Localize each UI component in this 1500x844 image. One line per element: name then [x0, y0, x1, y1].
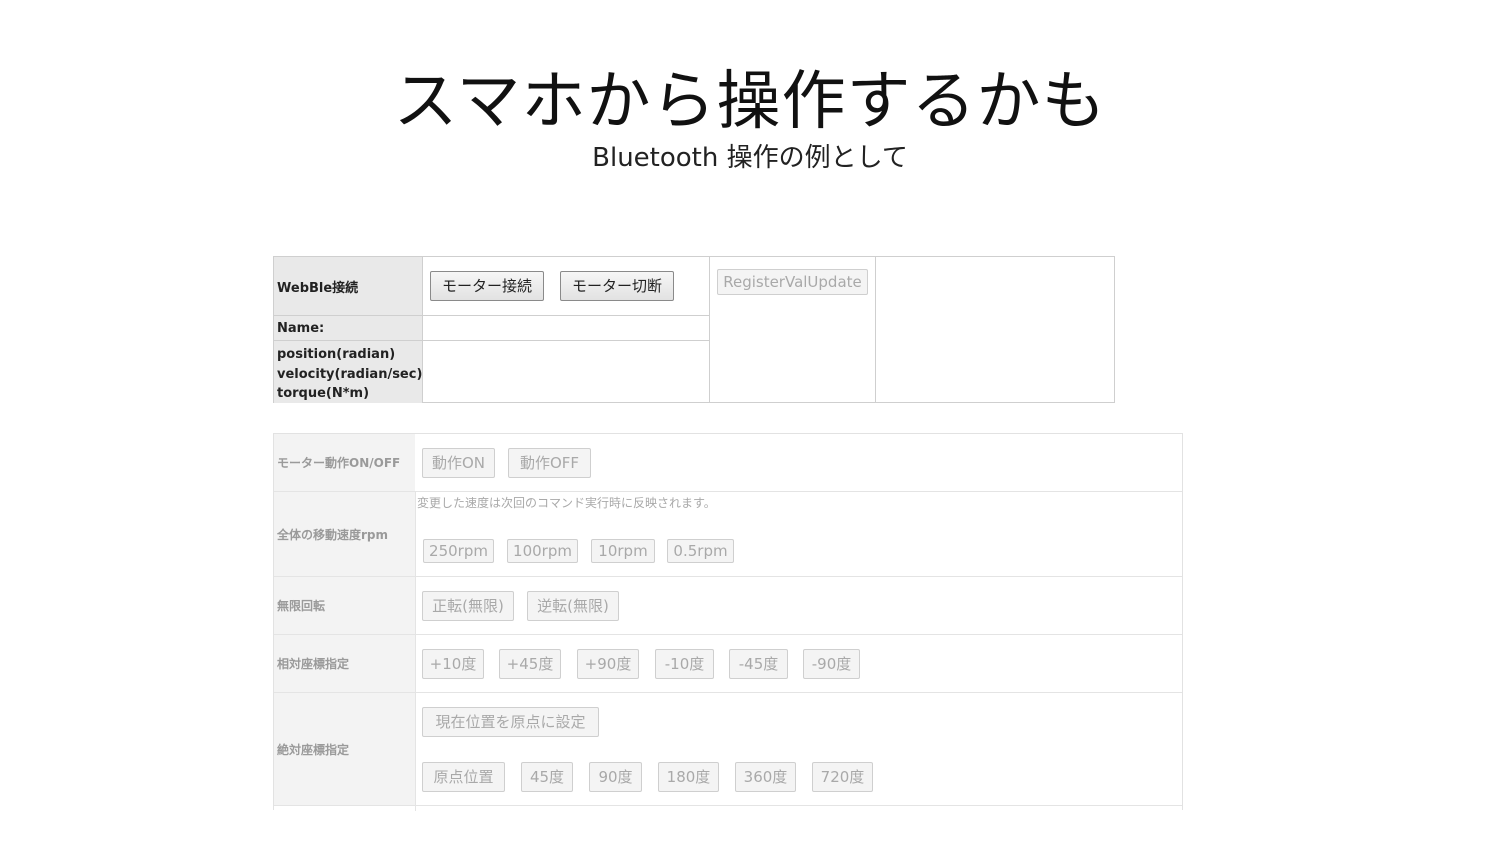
- infinite-rotation-label-text: 無限回転: [277, 599, 326, 613]
- forward-infinite-button[interactable]: 正転(無限): [422, 591, 514, 621]
- slide-title: スマホから操作するかも: [393, 65, 1107, 139]
- speed-label: 全体の移動速度rpm: [274, 492, 415, 576]
- control-panel: モーター動作ON/OFF 動作ON 動作OFF 全体の移動速度rpm 変更した速…: [273, 433, 1183, 811]
- speed-250rpm-button[interactable]: 250rpm: [423, 539, 494, 563]
- relative-minus10-button[interactable]: -10度: [655, 649, 714, 679]
- motor-disconnect-button[interactable]: モーター切断: [560, 271, 674, 301]
- torque-label: torque(N*m): [277, 386, 370, 401]
- motor-connect-button[interactable]: モーター接続: [430, 271, 544, 301]
- absolute-origin-button[interactable]: 原点位置: [422, 762, 505, 792]
- absolute-label: 絶対座標指定: [274, 693, 415, 805]
- speed-label-text: 全体の移動速度rpm: [277, 527, 389, 542]
- set-origin-button[interactable]: 現在位置を原点に設定: [422, 707, 599, 737]
- infinite-rotation-label: 無限回転: [274, 577, 415, 634]
- slide-subtitle: Bluetooth 操作の例として: [592, 143, 908, 173]
- webble-label-text: WebBle接続: [277, 280, 359, 296]
- motor-onoff-label: モーター動作ON/OFF: [274, 434, 415, 491]
- motor-onoff-label-text: モーター動作ON/OFF: [277, 456, 401, 470]
- motor-on-button[interactable]: 動作ON: [422, 448, 495, 478]
- name-value: [424, 317, 708, 339]
- speed-note: 変更した速度は次回のコマンド実行時に反映されます。: [417, 496, 716, 510]
- relative-plus90-button[interactable]: +90度: [577, 649, 639, 679]
- speed-100rpm-button[interactable]: 100rpm: [507, 539, 578, 563]
- register-val-update-button[interactable]: RegisterValUpdate: [717, 269, 868, 295]
- relative-plus45-button[interactable]: +45度: [499, 649, 561, 679]
- relative-label-text: 相対座標指定: [277, 657, 350, 671]
- motor-off-button[interactable]: 動作OFF: [508, 448, 591, 478]
- status-labels: position(radian) velocity(radian/sec) to…: [274, 341, 422, 403]
- name-label-text: Name:: [277, 320, 325, 336]
- name-label: Name:: [274, 316, 422, 340]
- relative-label: 相対座標指定: [274, 635, 415, 692]
- webble-label: WebBle接続: [274, 257, 422, 315]
- relative-minus45-button[interactable]: -45度: [729, 649, 788, 679]
- speed-10rpm-button[interactable]: 10rpm: [591, 539, 655, 563]
- relative-minus90-button[interactable]: -90度: [803, 649, 860, 679]
- reverse-infinite-button[interactable]: 逆転(無限): [527, 591, 619, 621]
- absolute-720-button[interactable]: 720度: [812, 762, 873, 792]
- speed-0-5rpm-button[interactable]: 0.5rpm: [667, 539, 734, 563]
- absolute-45-button[interactable]: 45度: [521, 762, 573, 792]
- absolute-label-text: 絶対座標指定: [277, 742, 350, 757]
- position-label: position(radian): [277, 347, 396, 362]
- relative-plus10-button[interactable]: +10度: [422, 649, 484, 679]
- absolute-90-button[interactable]: 90度: [589, 762, 642, 792]
- velocity-label: velocity(radian/sec): [277, 366, 423, 382]
- absolute-360-button[interactable]: 360度: [735, 762, 796, 792]
- connection-panel: WebBle接続 Name: position(radian) velocity…: [273, 256, 1115, 403]
- absolute-180-button[interactable]: 180度: [658, 762, 719, 792]
